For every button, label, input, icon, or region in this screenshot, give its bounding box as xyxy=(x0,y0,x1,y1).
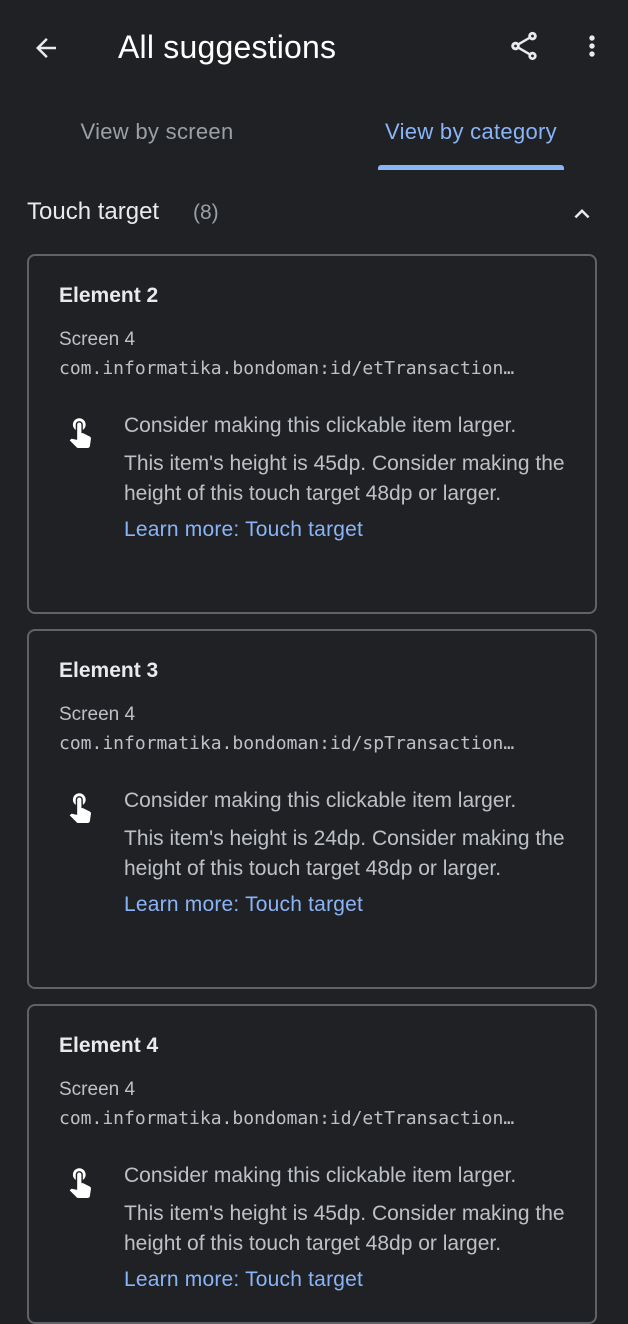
more-vert-icon xyxy=(589,35,595,57)
suggestion-card[interactable]: Element 3 Screen 4 com.informatika.bondo… xyxy=(27,629,597,989)
learn-more-link[interactable]: Learn more: Touch target xyxy=(124,515,363,545)
share-button[interactable] xyxy=(500,22,548,70)
learn-more-link[interactable]: Learn more: Touch target xyxy=(124,890,363,920)
page-title: All suggestions xyxy=(118,29,337,65)
tab-view-by-category[interactable]: View by category xyxy=(314,94,628,170)
more-options-button[interactable] xyxy=(568,22,616,70)
element-id: com.informatika.bondoman:id/etTransactio… xyxy=(59,358,515,379)
back-button[interactable] xyxy=(22,24,70,72)
screen-label: Screen 4 xyxy=(59,704,136,725)
section-title: Touch target xyxy=(27,198,160,225)
touch-app-icon xyxy=(69,1168,91,1198)
chevron-up-icon xyxy=(574,209,590,219)
learn-more-link[interactable]: Learn more: Touch target xyxy=(124,1265,363,1295)
arrow-back-icon xyxy=(36,38,56,58)
suggestion-message: Consider making this clickable item larg… xyxy=(124,1164,517,1187)
suggestion-detail: This item's height is 24dp. Consider mak… xyxy=(124,827,565,880)
suggestion-message-block: Consider making this clickable item larg… xyxy=(124,786,574,920)
tab-view-by-screen[interactable]: View by screen xyxy=(0,94,314,170)
element-title: Element 2 xyxy=(59,284,159,307)
element-id: com.informatika.bondoman:id/spTransactio… xyxy=(59,733,515,754)
touch-app-icon xyxy=(69,793,91,823)
element-id: com.informatika.bondoman:id/etTransactio… xyxy=(59,1108,515,1129)
screen-label: Screen 4 xyxy=(59,1079,136,1100)
suggestion-detail: This item's height is 45dp. Consider mak… xyxy=(124,1202,565,1255)
suggestion-detail: This item's height is 45dp. Consider mak… xyxy=(124,452,565,505)
collapse-button[interactable] xyxy=(562,194,602,234)
suggestion-message-block: Consider making this clickable item larg… xyxy=(124,1161,574,1295)
suggestion-message: Consider making this clickable item larg… xyxy=(124,414,517,437)
view-tabs: View by screen View by category xyxy=(0,94,628,170)
top-app-bar: All suggestions xyxy=(0,0,628,94)
screen-label: Screen 4 xyxy=(59,329,136,350)
suggestion-message-block: Consider making this clickable item larg… xyxy=(124,411,574,545)
tab-selected-indicator xyxy=(378,165,564,170)
touch-app-icon xyxy=(69,418,91,448)
element-title: Element 4 xyxy=(59,1034,159,1057)
element-title: Element 3 xyxy=(59,659,159,682)
suggestion-card[interactable]: Element 4 Screen 4 com.informatika.bondo… xyxy=(27,1004,597,1324)
suggestion-message: Consider making this clickable item larg… xyxy=(124,789,517,812)
suggestion-card[interactable]: Element 2 Screen 4 com.informatika.bondo… xyxy=(27,254,597,614)
section-count: (8) xyxy=(193,201,219,224)
touch-target-section-header[interactable]: Touch target (8) xyxy=(0,184,628,244)
share-icon xyxy=(511,31,537,61)
